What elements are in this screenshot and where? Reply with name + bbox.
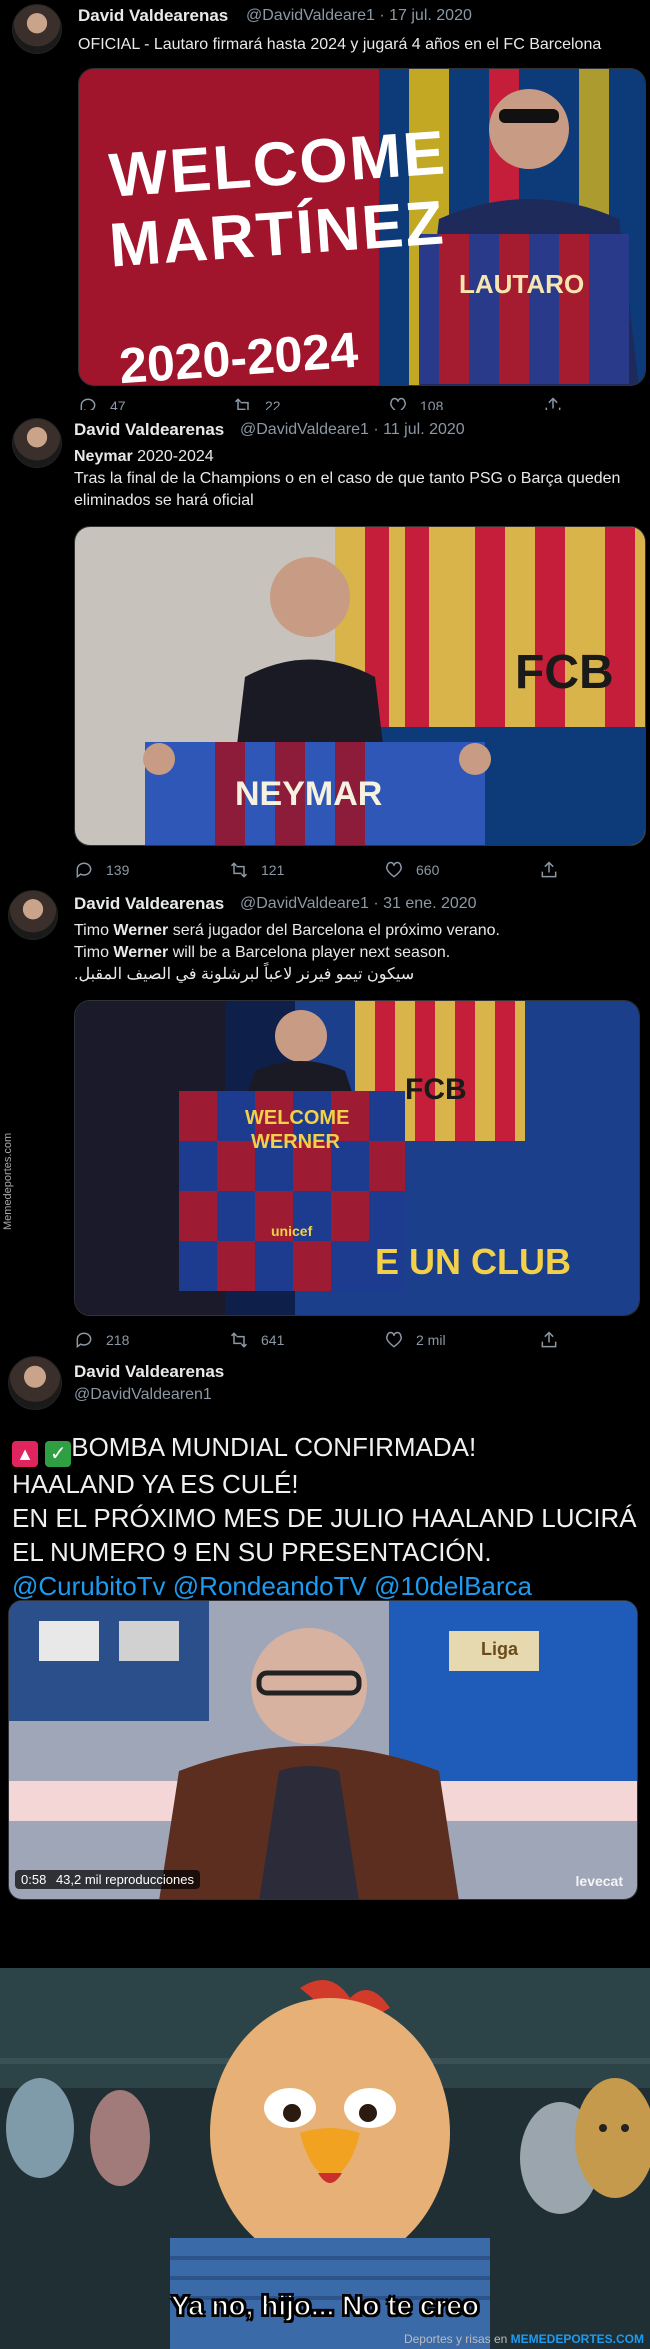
meme-caption: Ya no, hijo... No te creo <box>170 2289 480 2322</box>
footer-brand: MEMEDEPORTES.COM <box>510 2332 644 2346</box>
image-welcome-text: WELCOME <box>245 1107 350 1129</box>
image-crest-text: FCB <box>405 1073 467 1106</box>
tweet-lautaro: David Valdearenas @DavidValdeare1 · 17 j… <box>0 0 650 428</box>
tweet-text: OFICIAL - Lautaro firmará hasta 2024 y j… <box>78 36 602 53</box>
image-shirt-text: NEYMAR <box>235 775 383 813</box>
video-frame <box>9 1601 637 1899</box>
side-watermark: Memedeportes.com <box>2 1132 14 1230</box>
share-button[interactable] <box>539 1330 650 1350</box>
avatar[interactable] <box>8 1356 62 1410</box>
footer-watermark: Deportes y risas en MEMEDEPORTES.COM <box>404 2332 644 2346</box>
line-2: HAALAND YA ES CULÉ! <box>12 1469 299 1499</box>
tweet-image[interactable]: NEYMAR FCB <box>74 526 646 846</box>
author-name[interactable]: David Valdearenas <box>78 6 228 26</box>
tweet-image[interactable]: WELCOME MARTÍNEZ 2020-2024 LAUTARO <box>78 68 646 386</box>
tweet-werner: David Valdearenas @DavidValdeare1 · 31 e… <box>0 880 650 1350</box>
tweet-text: ▲ ✓ BOMBA MUNDIAL CONFIRMADA! HAALAND YA … <box>12 1430 642 1603</box>
text-span: Timo <box>74 944 114 961</box>
tweet-text-years: 2020-2024 <box>132 448 214 465</box>
reply-button[interactable]: 139 <box>74 860 229 880</box>
retweet-button[interactable]: 641 <box>229 1330 384 1350</box>
like-count: 660 <box>416 862 440 878</box>
tweet-image[interactable]: WELCOME WERNER unicef FCB E UN CLUB <box>74 1000 640 1316</box>
tweet-text-bold: Neymar <box>74 448 133 465</box>
avatar[interactable] <box>8 890 58 940</box>
retweet-count: 641 <box>261 1332 285 1348</box>
share-icon <box>541 1331 557 1348</box>
reply-icon <box>76 1332 92 1349</box>
text-bold: Werner <box>113 944 169 961</box>
like-count: 2 mil <box>416 1332 446 1348</box>
like-button[interactable]: 660 <box>384 860 539 880</box>
tweet-text: Neymar 2020-2024 Tras la final de la Cha… <box>74 446 644 512</box>
like-button[interactable]: 2 mil <box>384 1330 539 1350</box>
headline-text: BOMBA MUNDIAL CONFIRMADA! <box>71 1432 477 1462</box>
reply-count: 139 <box>106 862 130 878</box>
tweet-haaland: David Valdearenas @DavidValdearen1 ▲ ✓ BO… <box>0 1350 650 1970</box>
meme-image: Ya no, hijo... No te creo Deportes y ris… <box>0 1968 650 2349</box>
reply-count: 218 <box>106 1332 130 1348</box>
heart-icon <box>385 861 403 878</box>
image-crest-text: FCB <box>515 646 614 699</box>
tweet-neymar: David Valdearenas @DavidValdeare1 · 11 j… <box>0 410 650 880</box>
retweet-icon <box>230 862 248 878</box>
reply-button[interactable]: 218 <box>74 1330 229 1350</box>
reply-icon <box>76 862 92 879</box>
image-shirt-text: WERNER <box>251 1131 340 1153</box>
share-button[interactable] <box>539 860 650 880</box>
video-brand-text: levecat <box>575 1873 623 1889</box>
check-icon: ✓ <box>45 1441 72 1467</box>
text-span: será jugador del Barcelona el próximo ve… <box>168 922 500 939</box>
video-time: 0:58 <box>21 1872 47 1887</box>
video-views: 43,2 mil reproducciones <box>55 1872 194 1887</box>
text-span: will be a Barcelona player next season. <box>168 944 451 961</box>
headline-line: ▲ ✓ BOMBA MUNDIAL CONFIRMADA! <box>12 1430 642 1467</box>
footer-prefix: Deportes y risas en <box>403 2332 511 2346</box>
siren-icon: ▲ <box>12 1441 38 1467</box>
share-icon <box>541 861 557 878</box>
text-bold: Werner <box>113 922 169 939</box>
video-player[interactable]: Liga levecat 0:58 43,2 mil reproduccione… <box>8 1600 638 1900</box>
text-span: Timo <box>74 922 114 939</box>
author-handle[interactable]: @DavidValdeare1 · 31 ene. 2020 <box>240 895 477 913</box>
author-name[interactable]: David Valdearenas <box>74 420 224 440</box>
image-sponsor-text: unicef <box>271 1223 313 1239</box>
retweet-button[interactable]: 121 <box>229 860 384 880</box>
video-overlay: 0:58 43,2 mil reproducciones <box>15 1870 200 1889</box>
tweet-text: Timo Werner será jugador del Barcelona e… <box>74 920 644 986</box>
avatar[interactable] <box>12 4 62 54</box>
tweet-actions: 139 121 660 <box>74 860 650 880</box>
retweet-icon <box>230 1332 248 1348</box>
author-handle[interactable]: @DavidValdeare1 · 11 jul. 2020 <box>240 421 465 439</box>
retweet-count: 121 <box>261 862 285 878</box>
heart-icon <box>385 1331 403 1348</box>
line-3: EN EL PRÓXIMO MES DE JULIO HAALAND LUCIR… <box>12 1503 637 1567</box>
video-logo-text: Liga <box>481 1639 519 1659</box>
author-handle[interactable]: @DavidValdearen1 <box>74 1386 212 1404</box>
author-name[interactable]: David Valdearenas <box>74 894 224 914</box>
arabic-text: سيكون تيمو فيرنر لاعباً لبرشلونة في الصي… <box>74 966 415 983</box>
tweet-text-detail: Tras la final de la Champions o en el ca… <box>74 470 621 509</box>
image-banner-text: E UN CLUB <box>375 1241 571 1282</box>
author-handle[interactable]: @DavidValdeare1 · 17 jul. 2020 <box>246 7 472 25</box>
mentions-link[interactable]: @CurubitoTv @RondeandoTV @10delBarca <box>12 1569 642 1603</box>
avatar[interactable] <box>12 418 62 468</box>
tweet-actions: 218 641 2 mil <box>74 1330 650 1350</box>
author-name[interactable]: David Valdearenas <box>74 1362 224 1382</box>
image-shirt-text: LAUTARO <box>459 269 585 299</box>
